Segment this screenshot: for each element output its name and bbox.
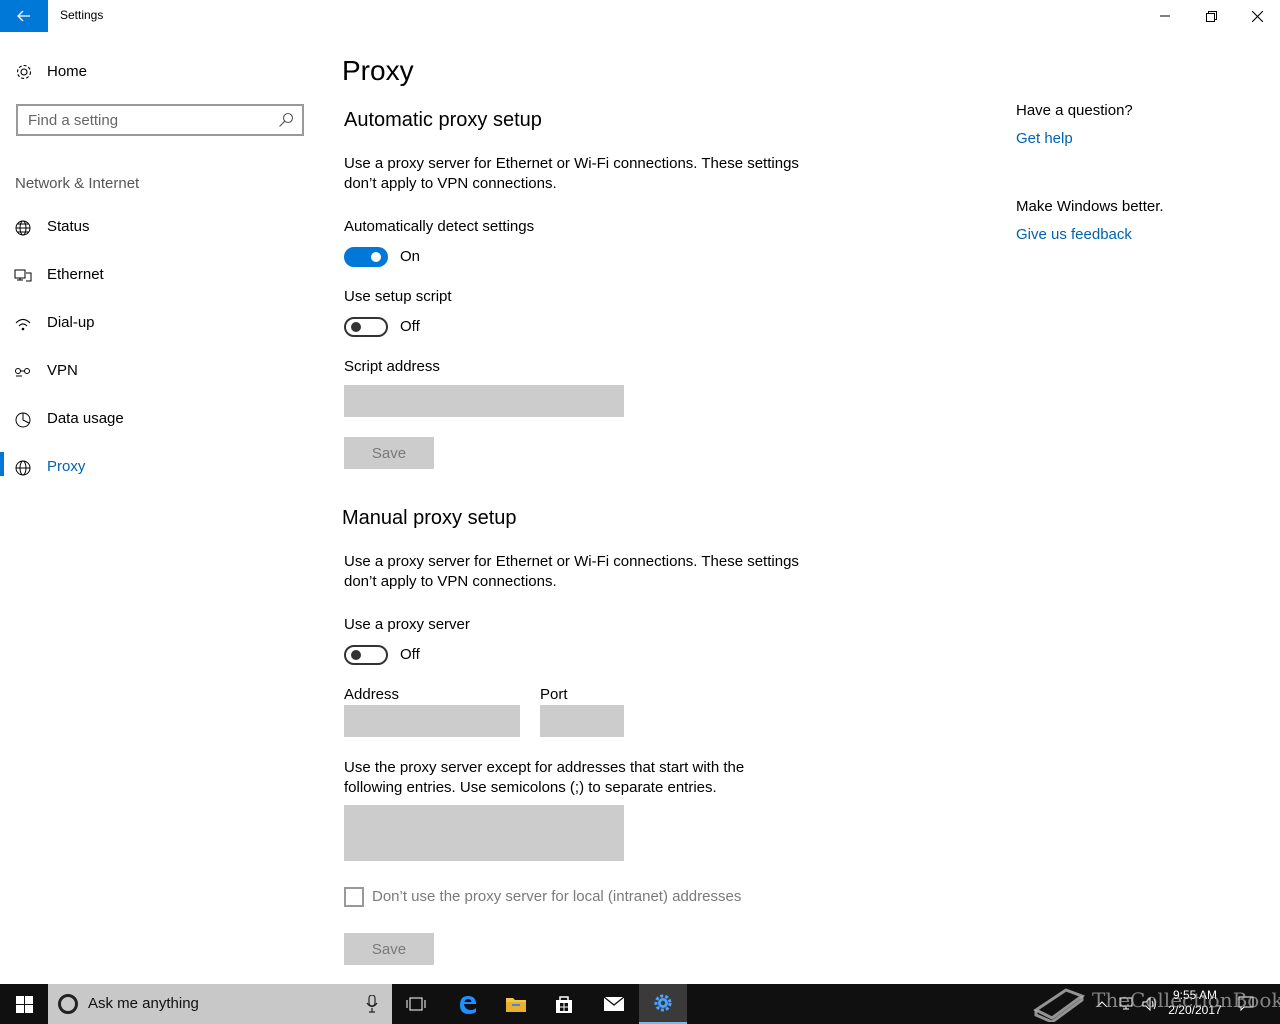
sidebar-item-vpn[interactable]: VPN xyxy=(0,352,320,392)
page-title: Proxy xyxy=(342,55,414,86)
toggle-knob xyxy=(351,322,361,332)
ethernet-icon xyxy=(14,269,32,282)
windows-logo-icon xyxy=(15,995,33,1013)
toggle-knob xyxy=(351,650,361,660)
exceptions-description: Use the proxy server except for addresse… xyxy=(344,759,745,796)
microphone-icon[interactable] xyxy=(366,995,378,1013)
auto-detect-toggle[interactable] xyxy=(344,247,388,267)
mail-button[interactable] xyxy=(590,984,638,1024)
manual-proxy-description: Use a proxy server for Ethernet or Wi-Fi… xyxy=(344,553,799,590)
window-title: Settings xyxy=(60,8,104,22)
port-label: Port xyxy=(540,686,568,703)
port-field[interactable] xyxy=(540,705,624,737)
sidebar-home[interactable]: Home xyxy=(0,56,320,90)
sidebar-item-label: Dial-up xyxy=(47,314,95,331)
sidebar-item-label: Data usage xyxy=(47,410,124,427)
feedback-question: Make Windows better. xyxy=(1016,198,1164,215)
store-button[interactable] xyxy=(540,984,588,1024)
script-address-label: Script address xyxy=(344,358,440,375)
book-logo-icon xyxy=(1033,988,1086,1022)
edge-button[interactable] xyxy=(444,984,492,1024)
back-button[interactable] xyxy=(0,0,48,32)
vpn-icon xyxy=(15,368,30,377)
auto-detect-label: Automatically detect settings xyxy=(344,218,535,235)
address-label: Address xyxy=(344,686,400,703)
minimize-icon xyxy=(1160,15,1170,17)
minimize-button[interactable] xyxy=(1142,0,1188,32)
task-view-icon xyxy=(406,997,426,1011)
dialup-icon xyxy=(15,318,31,331)
exceptions-field[interactable] xyxy=(344,805,624,861)
task-view-button[interactable] xyxy=(392,984,440,1024)
toggle-knob xyxy=(371,252,381,262)
store-icon xyxy=(556,996,572,1013)
search-input[interactable] xyxy=(18,106,268,134)
cortana-icon xyxy=(58,994,78,1014)
auto-save-button[interactable]: Save xyxy=(344,437,434,469)
start-button[interactable] xyxy=(0,984,48,1024)
use-proxy-state: Off xyxy=(400,646,420,663)
sidebar-item-proxy[interactable]: Proxy xyxy=(0,448,320,488)
setup-script-state: Off xyxy=(400,318,420,335)
sidebar-item-label: VPN xyxy=(47,362,78,379)
folder-icon xyxy=(506,998,526,1012)
edge-icon xyxy=(460,996,476,1014)
feedback-link[interactable]: Give us feedback xyxy=(1016,226,1132,243)
use-proxy-label: Use a proxy server xyxy=(344,616,470,633)
settings-taskbar-button[interactable] xyxy=(639,984,687,1024)
search-icon[interactable] xyxy=(278,112,294,128)
restore-button[interactable] xyxy=(1188,0,1234,32)
watermark-text: TheCollectionBook xyxy=(1092,988,1280,1012)
globe-icon xyxy=(15,460,31,476)
gear-icon xyxy=(16,64,32,80)
auto-detect-state: On xyxy=(400,248,421,265)
auto-proxy-heading: Automatic proxy setup xyxy=(344,109,542,131)
gear-icon xyxy=(654,994,672,1012)
manual-save-button[interactable]: Save xyxy=(344,933,434,965)
setup-script-toggle[interactable] xyxy=(344,317,388,337)
mail-icon xyxy=(603,996,625,1011)
help-question: Have a question? xyxy=(1016,102,1133,119)
sidebar-item-label: Proxy xyxy=(47,458,86,475)
manual-proxy-heading: Manual proxy setup xyxy=(342,507,517,529)
setup-script-label: Use setup script xyxy=(344,288,452,305)
data-usage-icon xyxy=(15,412,31,428)
sidebar-item-label: Ethernet xyxy=(47,266,104,283)
sidebar-item-label: Status xyxy=(47,218,90,235)
active-indicator xyxy=(0,452,4,476)
sidebar-home-label: Home xyxy=(47,63,88,80)
sidebar-item-status[interactable]: Status xyxy=(0,208,320,248)
auto-proxy-description: Use a proxy server for Ethernet or Wi-Fi… xyxy=(344,155,799,192)
close-icon xyxy=(1251,10,1263,22)
search-box[interactable] xyxy=(16,104,304,136)
restore-icon xyxy=(1205,10,1217,22)
title-bar: Settings xyxy=(0,0,1280,32)
file-explorer-button[interactable] xyxy=(492,984,540,1024)
globe-status-icon xyxy=(15,220,31,236)
address-field[interactable] xyxy=(344,705,520,737)
cortana-search-text: Ask me anything xyxy=(88,995,199,1012)
local-bypass-checkbox[interactable] xyxy=(344,887,364,907)
back-arrow-icon xyxy=(17,10,30,22)
get-help-link[interactable]: Get help xyxy=(1016,130,1073,147)
sidebar-item-data-usage[interactable]: Data usage xyxy=(0,400,320,440)
use-proxy-toggle[interactable] xyxy=(344,645,388,665)
cortana-search-box[interactable]: Ask me anything xyxy=(48,984,392,1024)
close-button[interactable] xyxy=(1234,0,1280,32)
sidebar-item-dialup[interactable]: Dial-up xyxy=(0,304,320,344)
script-address-field[interactable] xyxy=(344,385,624,417)
sidebar-section-title: Network & Internet xyxy=(15,175,140,192)
local-bypass-label: Don’t use the proxy server for local (in… xyxy=(372,888,742,905)
watermark: TheCollectionBook xyxy=(1030,980,1280,1024)
sidebar-item-ethernet[interactable]: Ethernet xyxy=(0,256,320,296)
